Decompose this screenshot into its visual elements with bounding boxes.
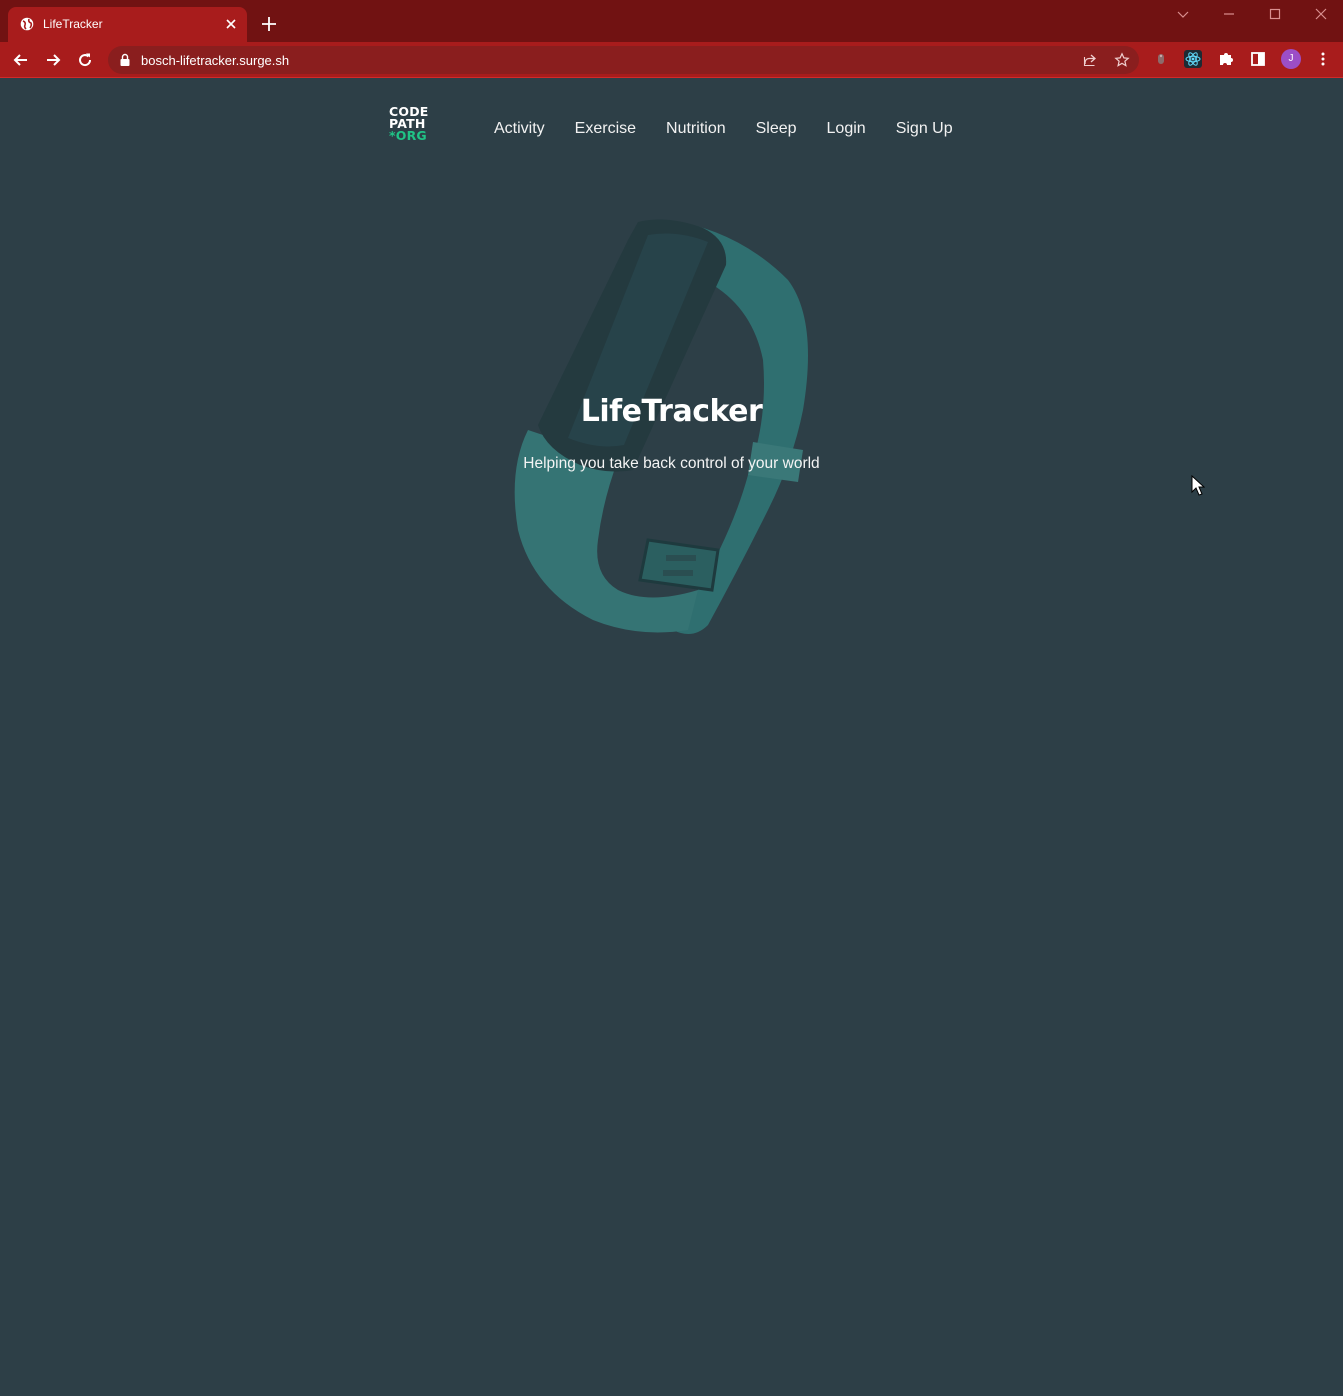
nav-link-login[interactable]: Login xyxy=(827,120,866,138)
forward-arrow-icon[interactable] xyxy=(43,50,63,70)
puzzle-piece-icon[interactable] xyxy=(1217,50,1235,68)
nav-links: Activity Exercise Nutrition Sleep Login … xyxy=(494,120,953,138)
profile-avatar[interactable]: J xyxy=(1281,49,1301,69)
nav-link-exercise[interactable]: Exercise xyxy=(575,120,636,138)
nav-link-sleep[interactable]: Sleep xyxy=(756,120,797,138)
close-window-icon[interactable] xyxy=(1313,6,1329,22)
hero-section: LifeTracker Helping you take back contro… xyxy=(0,180,1343,660)
extension-icon[interactable] xyxy=(1152,50,1170,68)
url-text: bosch-lifetracker.surge.sh xyxy=(141,53,290,68)
tab-search-icon[interactable] xyxy=(1175,6,1191,22)
site-navbar: CODE PATH *ORG Activity Exercise Nutriti… xyxy=(0,78,1343,178)
kebab-menu-icon[interactable] xyxy=(1314,50,1332,68)
hero-subtitle: Helping you take back control of your wo… xyxy=(523,455,820,472)
close-tab-icon[interactable] xyxy=(223,16,239,32)
bookmark-star-icon[interactable] xyxy=(1114,52,1130,68)
reload-icon[interactable] xyxy=(75,50,95,70)
nav-link-activity[interactable]: Activity xyxy=(494,120,545,138)
react-devtools-icon[interactable] xyxy=(1184,50,1202,68)
minimize-icon[interactable] xyxy=(1221,6,1237,22)
logo-line-3: *ORG xyxy=(389,128,427,143)
tab-title: LifeTracker xyxy=(43,17,103,31)
codepath-logo[interactable]: CODE PATH *ORG xyxy=(389,105,433,143)
back-arrow-icon[interactable] xyxy=(11,50,31,70)
browser-tab[interactable]: LifeTracker xyxy=(8,7,247,42)
hero-title: LifeTracker xyxy=(580,394,763,429)
address-bar[interactable]: bosch-lifetracker.surge.sh xyxy=(108,46,1139,74)
mouse-pointer-icon xyxy=(1191,475,1205,496)
nav-link-signup[interactable]: Sign Up xyxy=(896,120,953,138)
new-tab-icon[interactable] xyxy=(259,14,279,34)
maximize-icon[interactable] xyxy=(1267,6,1283,22)
browser-titlebar: LifeTracker xyxy=(0,0,1343,42)
share-icon[interactable] xyxy=(1082,52,1098,68)
nav-link-nutrition[interactable]: Nutrition xyxy=(666,120,726,138)
browser-toolbar: bosch-lifetracker.surge.sh xyxy=(0,42,1343,78)
lock-icon[interactable] xyxy=(119,53,131,67)
side-panel-icon[interactable] xyxy=(1249,50,1267,68)
globe-icon xyxy=(20,17,34,31)
